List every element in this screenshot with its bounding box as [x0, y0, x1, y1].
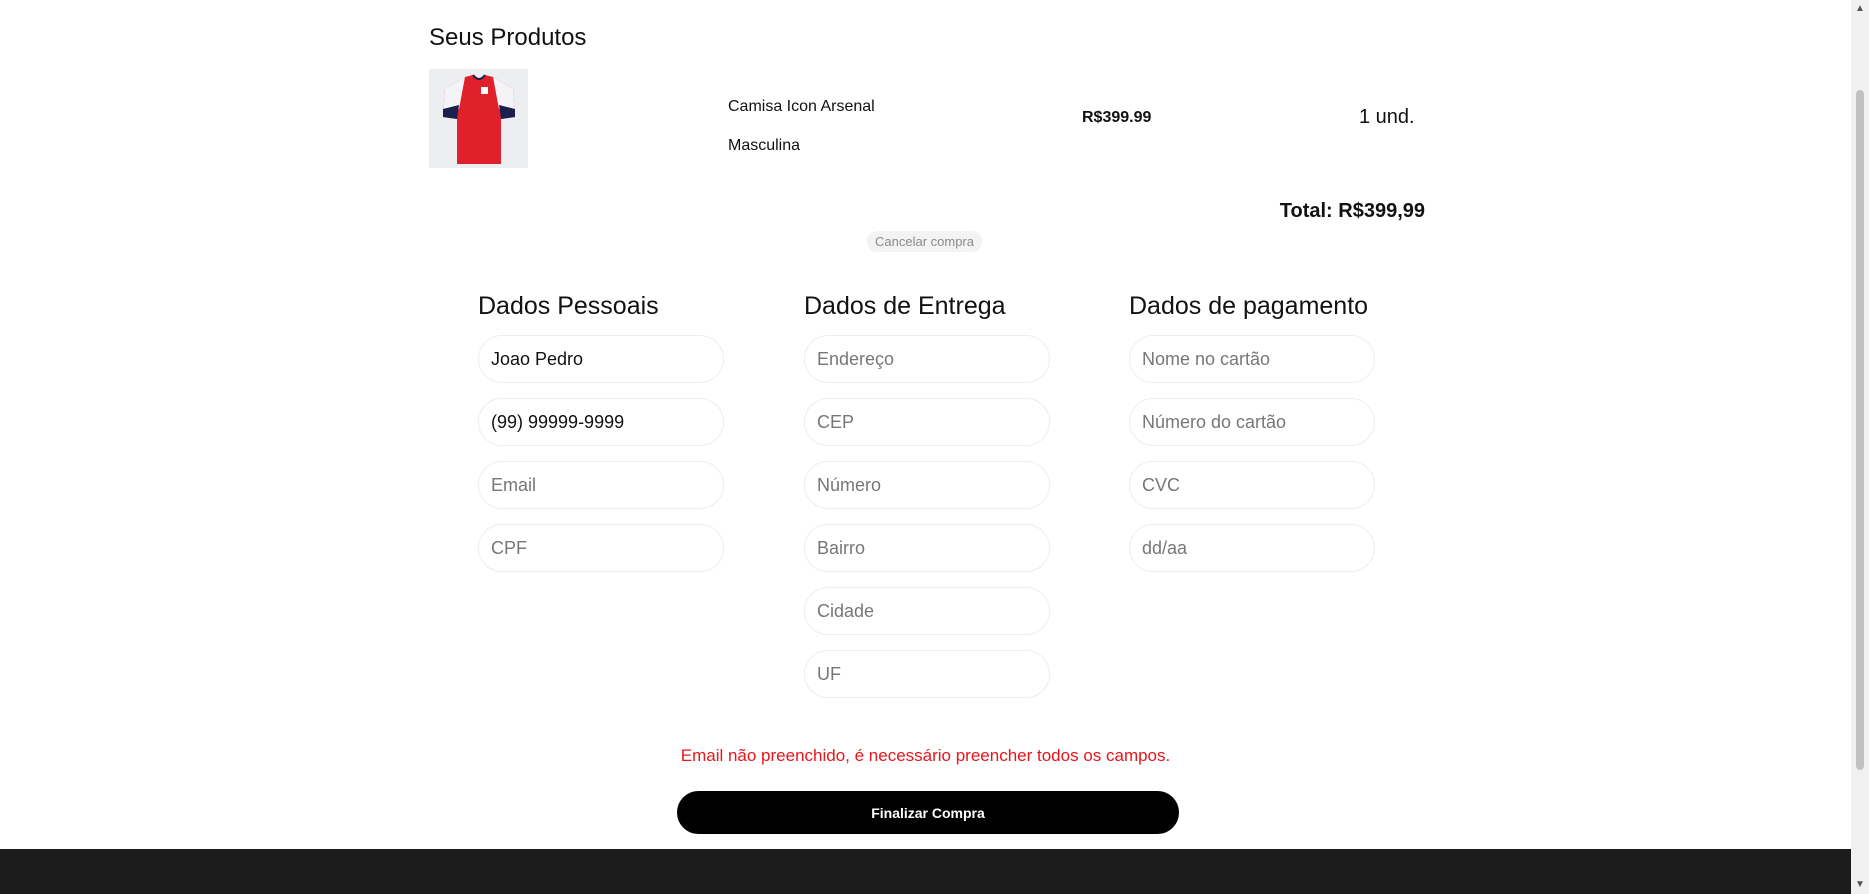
jersey-crest: [481, 87, 488, 94]
scroll-up-arrow-icon[interactable]: ▲: [1851, 0, 1869, 18]
state-input[interactable]: [804, 650, 1050, 698]
delivery-data-title: Dados de Entrega: [804, 292, 1006, 320]
checkout-page: Seus Produtos Camisa Icon Arsenal Mascul…: [0, 0, 1851, 894]
product-image: [429, 69, 528, 168]
delivery-data-form: Dados de Entrega: [804, 292, 1050, 713]
city-input[interactable]: [804, 587, 1050, 635]
red-jersey-icon: [443, 74, 515, 164]
address-input[interactable]: [804, 335, 1050, 383]
vertical-scrollbar[interactable]: ▲ ▼: [1851, 0, 1869, 894]
cep-input[interactable]: [804, 398, 1050, 446]
phone-input[interactable]: [478, 398, 724, 446]
page-footer: [0, 849, 1851, 894]
email-input[interactable]: [478, 461, 724, 509]
card-number-input[interactable]: [1129, 398, 1375, 446]
cancel-purchase-button[interactable]: Cancelar compra: [867, 231, 982, 252]
expiry-input[interactable]: [1129, 524, 1375, 572]
validation-error-message: Email não preenchido, é necessário preen…: [680, 746, 1171, 765]
cart-total: Total: R$399,99: [1279, 200, 1425, 222]
finish-purchase-button[interactable]: Finalizar Compra: [677, 791, 1179, 834]
personal-data-form: Dados Pessoais: [478, 292, 724, 587]
product-quantity: 1 und.: [1359, 106, 1415, 128]
product-name: Camisa Icon Arsenal Masculina: [728, 98, 875, 154]
cart-title: Seus Produtos: [429, 24, 587, 51]
payment-data-title: Dados de pagamento: [1129, 292, 1369, 320]
product-price: R$399.99: [1082, 109, 1152, 126]
personal-data-title: Dados Pessoais: [478, 292, 659, 320]
number-input[interactable]: [804, 461, 1050, 509]
scroll-down-arrow-icon[interactable]: ▼: [1851, 876, 1869, 894]
cart-item: Camisa Icon Arsenal Masculina R$399.99 1…: [429, 69, 1429, 169]
name-input[interactable]: [478, 335, 724, 383]
scrollbar-thumb[interactable]: [1856, 90, 1864, 770]
payment-data-form: Dados de pagamento: [1129, 292, 1375, 587]
card-name-input[interactable]: [1129, 335, 1375, 383]
cpf-input[interactable]: [478, 524, 724, 572]
cvc-input[interactable]: [1129, 461, 1375, 509]
district-input[interactable]: [804, 524, 1050, 572]
